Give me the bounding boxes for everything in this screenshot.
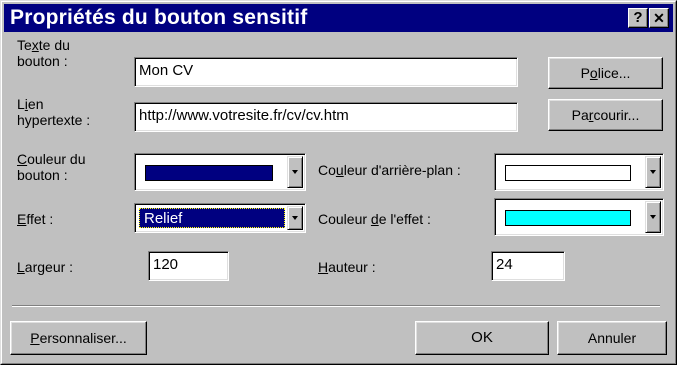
personnaliser-button[interactable]: Personnaliser... — [10, 321, 147, 355]
chevron-down-icon — [292, 170, 298, 174]
bg-color-swatch — [505, 165, 631, 181]
height-input[interactable]: 24 — [491, 251, 565, 281]
effect-color-dropdown[interactable] — [645, 201, 661, 233]
effect-label: Effet : — [17, 211, 54, 227]
close-button[interactable]: ✕ — [649, 8, 669, 28]
dialog-window: Propriétés du bouton sensitif ? ✕ Texte … — [0, 0, 677, 365]
bg-color-label: Couleur d'arrière-plan : — [318, 162, 461, 178]
chevron-down-icon — [650, 215, 656, 219]
separator — [12, 305, 660, 307]
effect-select[interactable]: Relief — [134, 203, 306, 233]
title-bar[interactable]: Propriétés du bouton sensitif ? ✕ — [4, 4, 673, 32]
button-color-swatch — [145, 165, 273, 181]
effect-color-swatch — [505, 210, 631, 226]
bg-color-dropdown[interactable] — [645, 156, 661, 188]
width-label: Largeur : — [17, 259, 74, 275]
window-title: Propriétés du bouton sensitif — [10, 6, 308, 29]
help-button[interactable]: ? — [628, 8, 648, 28]
button-text-input[interactable]: Mon CV — [134, 57, 518, 87]
button-text-label: Texte du bouton : — [17, 37, 70, 69]
button-color-select[interactable] — [134, 153, 306, 191]
chevron-down-icon — [650, 170, 656, 174]
effect-dropdown[interactable] — [287, 206, 303, 230]
cancel-button[interactable]: Annuler — [557, 321, 667, 355]
effect-selected-value: Relief — [139, 208, 285, 228]
chevron-down-icon — [292, 216, 298, 220]
bg-color-select[interactable] — [494, 153, 664, 191]
browse-button[interactable]: Parcourir... — [548, 99, 663, 131]
police-button[interactable]: Police... — [548, 57, 663, 89]
height-label: Hauteur : — [318, 259, 376, 275]
effect-color-select[interactable] — [494, 198, 664, 236]
ok-button[interactable]: OK — [415, 321, 549, 355]
link-input[interactable]: http://www.votresite.fr/cv/cv.htm — [134, 102, 518, 132]
link-label: Lien hypertexte : — [17, 96, 91, 128]
button-color-dropdown[interactable] — [287, 156, 303, 188]
button-color-label: Couleur du bouton : — [17, 151, 86, 183]
width-input[interactable]: 120 — [148, 251, 229, 281]
effect-color-label: Couleur de l'effet : — [318, 211, 431, 227]
